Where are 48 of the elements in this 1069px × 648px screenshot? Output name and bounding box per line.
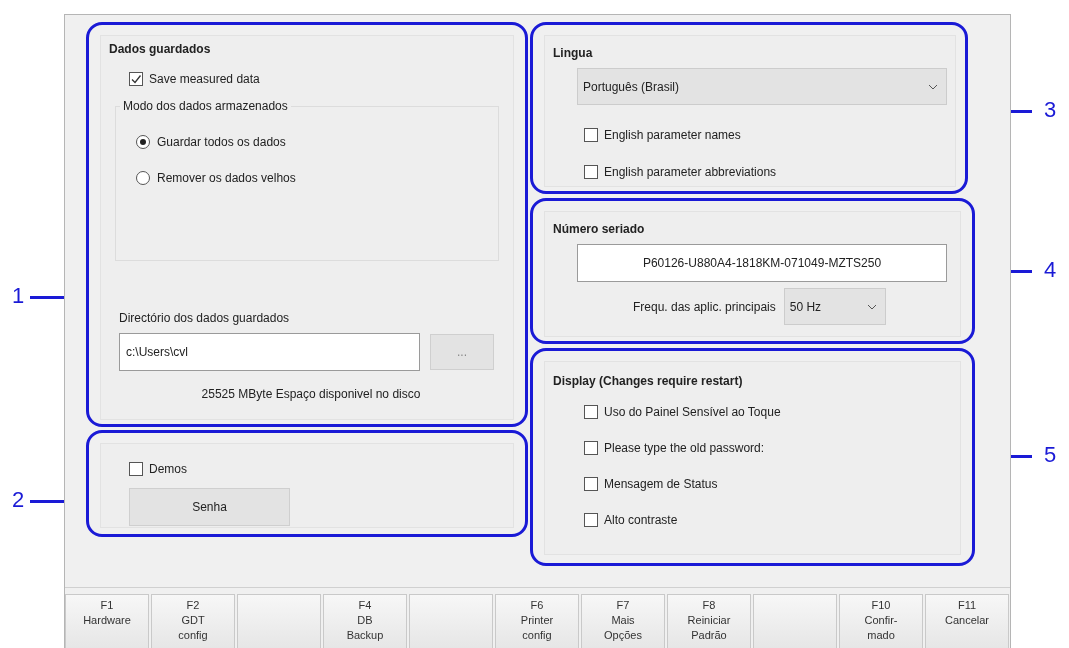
group-title: Dados guardados [109,42,212,56]
checkbox-label: Demos [149,462,187,476]
checkbox[interactable] [584,441,598,455]
callout-number: 2 [10,488,26,512]
function-key-button[interactable]: F1 Hardware [65,594,149,648]
group-title: Display (Changes require restart) [553,374,744,388]
function-key-button[interactable]: F8 Reiniciar Padrão [667,594,751,648]
free-space-text: 25525 MByte Espaço disponivel no disco [200,387,422,401]
checkbox[interactable] [584,477,598,491]
checkbox[interactable] [584,405,598,419]
checkbox-label: Uso do Painel Sensível ao Toque [604,405,781,419]
function-key-button[interactable]: F10 Confir- mado [839,594,923,648]
radio-label: Remover os dados velhos [157,171,296,185]
function-key-button[interactable]: F2 GDT config [151,594,235,648]
radio-label: Guardar todos os dados [157,135,286,149]
checkbox[interactable] [584,513,598,527]
frequency-dropdown[interactable]: 50 Hz [783,288,886,325]
function-key-button[interactable]: F4 DB Backup [323,594,407,648]
checkbox-label: English parameter abbreviations [604,165,777,179]
checkbox-label: Mensagem de Status [604,477,718,491]
directory-field[interactable]: c:\Users\cvl [119,333,420,371]
callout-number: 5 [1042,443,1058,467]
checkbox-label: Save measured data [149,72,260,86]
group-title: Número seriado [553,222,646,236]
chevron-down-icon [866,303,877,310]
field-label: Frequ. das aplic. principais [633,299,776,314]
serial-number-field[interactable]: P60126-U880A4-1818KM-071049-MZTS250 [577,244,947,282]
checkbox[interactable] [584,128,598,142]
checkbox-label: English parameter names [604,128,741,142]
radio-button[interactable] [136,135,150,149]
function-key-button[interactable]: F7 Mais Opções [581,594,665,648]
callout-number: 4 [1042,258,1058,282]
checkbox[interactable] [129,72,143,86]
checkbox[interactable] [129,462,143,476]
language-dropdown[interactable]: Português (Brasil) [577,68,947,105]
group-legend: Modo dos dados armazenados [120,99,291,113]
callout-number: 3 [1042,98,1058,122]
password-button[interactable]: Senha [129,488,290,526]
checkbox[interactable] [584,165,598,179]
callout-number: 1 [10,284,26,308]
checkbox-label: Alto contraste [604,513,678,527]
checkbox-label: Please type the old password: [604,441,765,455]
function-key-button[interactable]: F11 Cancelar [925,594,1009,648]
field-label: Directório dos dados guardados [119,311,291,325]
function-key-button[interactable]: F6 Printer config [495,594,579,648]
radio-button[interactable] [136,171,150,185]
group-title: Lingua [553,46,594,60]
chevron-down-icon [928,83,938,90]
